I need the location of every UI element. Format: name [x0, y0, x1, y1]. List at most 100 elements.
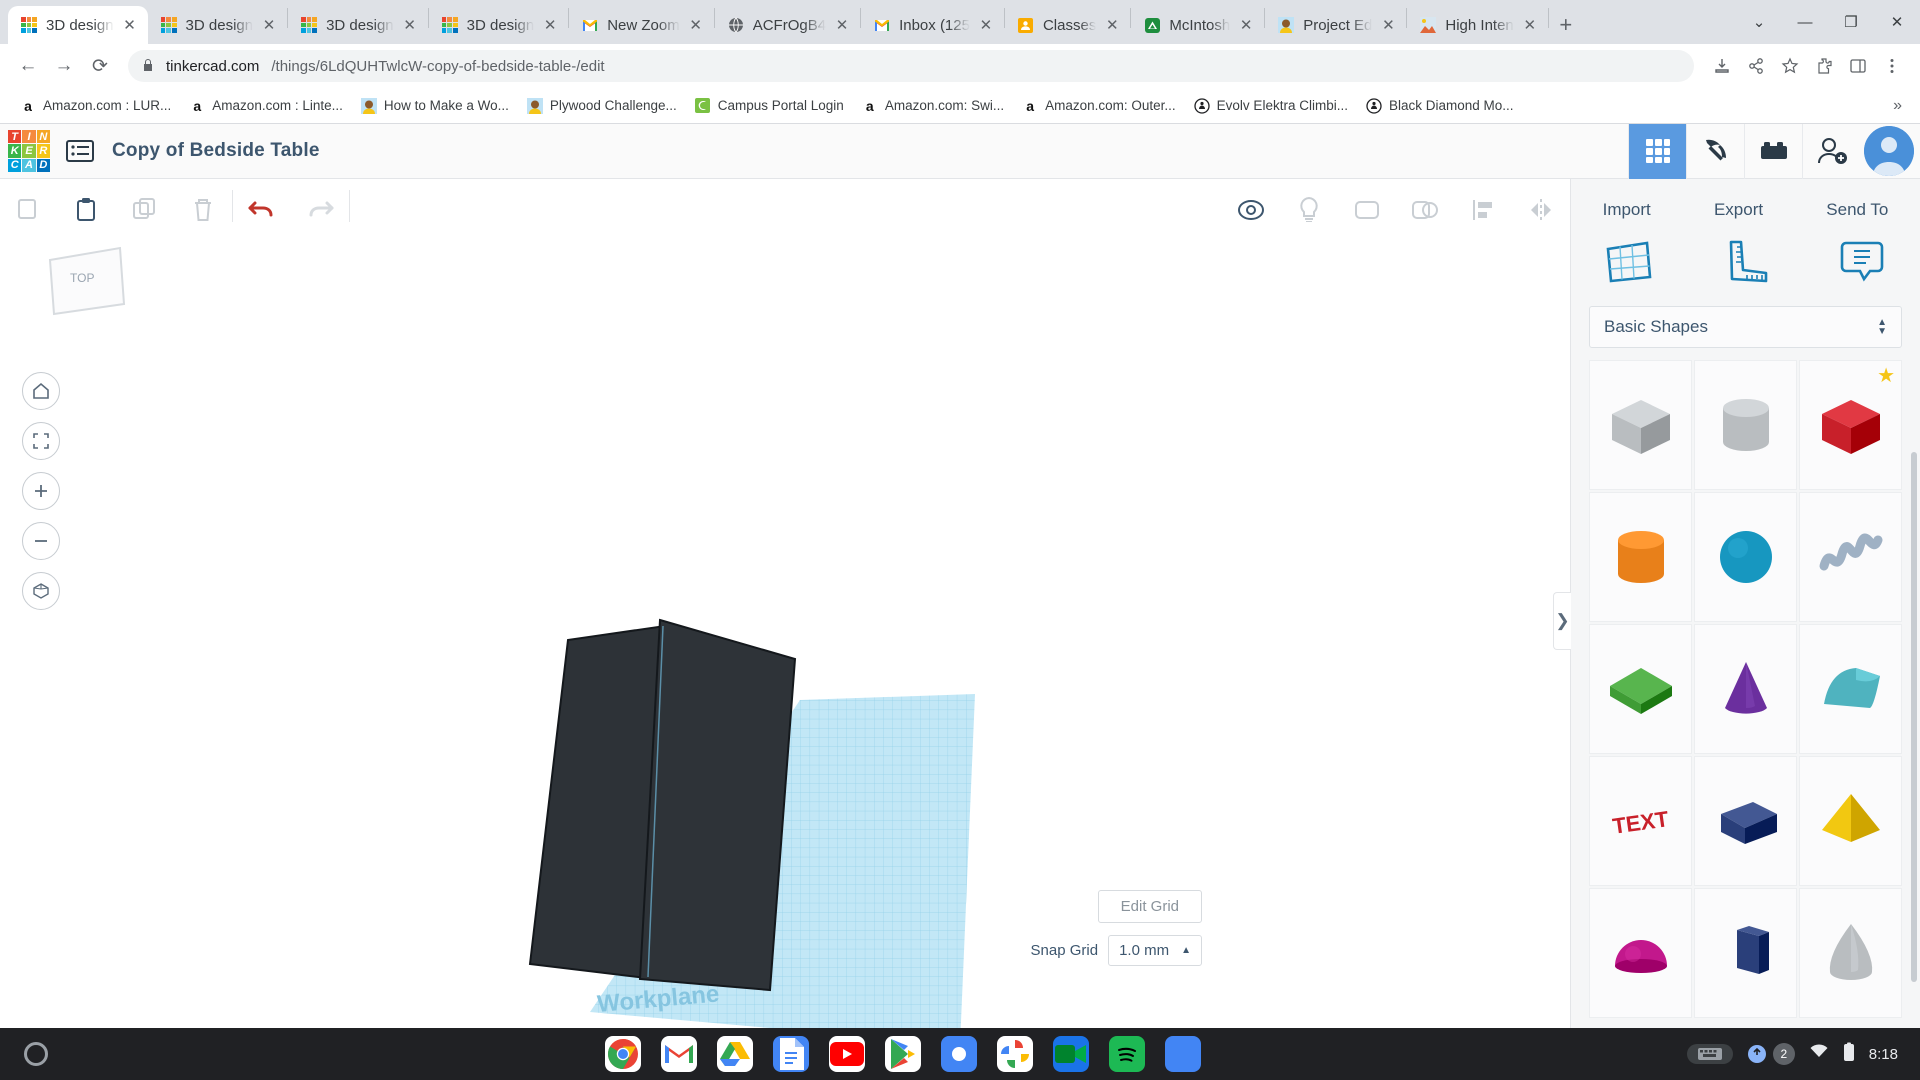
- share-icon[interactable]: [1740, 50, 1772, 82]
- box-shape[interactable]: [1589, 360, 1692, 490]
- teal-round-roof-shape[interactable]: [1799, 624, 1902, 754]
- tab-search-icon[interactable]: ⌄: [1736, 0, 1782, 44]
- star-icon[interactable]: ★: [1877, 363, 1895, 388]
- close-window-button[interactable]: ✕: [1874, 0, 1920, 44]
- bookmark-item[interactable]: Campus Portal Login: [687, 93, 852, 119]
- bookmark-item[interactable]: a Amazon.com: Swi...: [854, 93, 1012, 119]
- back-button[interactable]: ←: [12, 50, 44, 82]
- bookmark-item[interactable]: How to Make a Wo...: [353, 93, 517, 119]
- tab-close-icon[interactable]: ✕: [122, 16, 138, 34]
- address-bar[interactable]: tinkercad.com/things/6LdQUHTwlcW-copy-of…: [128, 50, 1694, 82]
- bookmark-item[interactable]: a Amazon.com : LUR...: [12, 93, 179, 119]
- taskbar-chrome-icon[interactable]: [605, 1036, 642, 1072]
- project-menu-icon[interactable]: [58, 124, 102, 179]
- browser-tab[interactable]: Project Ed ✕: [1265, 6, 1406, 44]
- 3d-canvas[interactable]: TOP Workplane Edit Grid Snap Grid 1.0 mm…: [0, 222, 1570, 1028]
- clock[interactable]: 8:18: [1869, 1046, 1898, 1063]
- taskbar-photos-icon[interactable]: [941, 1036, 978, 1072]
- tab-close-icon[interactable]: ✕: [1522, 16, 1538, 34]
- navy-prism-shape[interactable]: [1694, 888, 1797, 1018]
- export-button[interactable]: Export: [1704, 194, 1773, 226]
- edit-grid-button[interactable]: Edit Grid: [1097, 890, 1202, 923]
- tab-close-icon[interactable]: ✕: [978, 16, 994, 34]
- launcher-button[interactable]: [24, 1042, 48, 1066]
- blue-sphere-shape[interactable]: [1694, 492, 1797, 622]
- bookmark-item[interactable]: Black Diamond Mo...: [1358, 93, 1522, 119]
- browser-tab[interactable]: ACFrOgB4 ✕: [715, 6, 860, 44]
- tinkercad-logo-icon[interactable]: TINKERCAD: [0, 124, 58, 179]
- pickaxe-icon[interactable]: [1686, 123, 1744, 179]
- tab-close-icon[interactable]: ✕: [834, 16, 850, 34]
- taskbar-youtube-icon[interactable]: [829, 1036, 866, 1072]
- tab-close-icon[interactable]: ✕: [688, 16, 704, 34]
- panel-collapse-toggle[interactable]: ❯: [1553, 592, 1571, 650]
- taskbar-drive-icon[interactable]: [717, 1036, 754, 1072]
- ruler-icon[interactable]: [1713, 233, 1777, 289]
- keyboard-icon[interactable]: [1686, 1044, 1733, 1064]
- bookmarks-overflow-button[interactable]: »: [1887, 97, 1908, 115]
- minimize-button[interactable]: —: [1782, 0, 1828, 44]
- note-icon[interactable]: [1830, 233, 1894, 289]
- send-to-button[interactable]: Send To: [1816, 194, 1898, 226]
- magenta-halfsphere-shape[interactable]: [1589, 888, 1692, 1018]
- taskbar-spotify-icon[interactable]: [1109, 1036, 1146, 1072]
- red-box-shape[interactable]: ★: [1799, 360, 1902, 490]
- menu-icon[interactable]: [1876, 50, 1908, 82]
- bookmark-star-icon[interactable]: [1774, 50, 1806, 82]
- grid-view-icon[interactable]: [1628, 123, 1686, 179]
- bookmark-item[interactable]: Plywood Challenge...: [519, 93, 685, 119]
- maximize-button[interactable]: ❐: [1828, 0, 1874, 44]
- snap-grid-select[interactable]: 1.0 mm ▲: [1108, 935, 1202, 966]
- install-icon[interactable]: [1706, 50, 1738, 82]
- page-title[interactable]: Copy of Bedside Table: [112, 140, 320, 162]
- shape-category-select[interactable]: Basic Shapes ▲ ▼: [1589, 306, 1902, 348]
- brick-icon[interactable]: [1744, 123, 1802, 179]
- new-tab-button[interactable]: +: [1549, 8, 1583, 42]
- text-shape[interactable]: TEXT: [1589, 756, 1692, 886]
- avatar[interactable]: [1864, 126, 1914, 176]
- browser-tab[interactable]: New Zoom ✕: [569, 6, 714, 44]
- scribble-shape[interactable]: [1799, 492, 1902, 622]
- taskbar-gmail-icon[interactable]: [661, 1036, 698, 1072]
- battery-icon[interactable]: [1843, 1042, 1855, 1066]
- navy-polygon-shape[interactable]: [1694, 756, 1797, 886]
- wifi-icon[interactable]: [1809, 1044, 1829, 1064]
- update-icon[interactable]: 2: [1747, 1043, 1795, 1065]
- browser-tab[interactable]: High Inten ✕: [1407, 6, 1547, 44]
- taskbar-files-icon[interactable]: [1165, 1036, 1202, 1072]
- taskbar-meet-icon[interactable]: [1053, 1036, 1090, 1072]
- bookmark-item[interactable]: Evolv Elektra Climbi...: [1186, 93, 1356, 119]
- tab-close-icon[interactable]: ✕: [1238, 16, 1254, 34]
- add-person-icon[interactable]: [1802, 123, 1860, 179]
- sidepanel-icon[interactable]: [1842, 50, 1874, 82]
- forward-button[interactable]: →: [48, 50, 80, 82]
- tab-close-icon[interactable]: ✕: [261, 16, 277, 34]
- panel-scrollbar[interactable]: [1911, 452, 1917, 982]
- browser-tab[interactable]: McIntosh ✕: [1131, 6, 1264, 44]
- yellow-pyramid-shape[interactable]: [1799, 756, 1902, 886]
- tab-close-icon[interactable]: ✕: [542, 16, 558, 34]
- scene[interactable]: Workplane: [0, 222, 1570, 1028]
- taskbar-photos2-icon[interactable]: [997, 1036, 1034, 1072]
- orange-cylinder-shape[interactable]: [1589, 492, 1692, 622]
- bookmark-item[interactable]: a Amazon.com: Outer...: [1014, 93, 1184, 119]
- import-button[interactable]: Import: [1593, 194, 1661, 226]
- cylinder-shape[interactable]: [1694, 360, 1797, 490]
- browser-tab[interactable]: Classes ✕: [1005, 6, 1130, 44]
- browser-tab[interactable]: Inbox (125 ✕: [861, 6, 1004, 44]
- browser-tab[interactable]: 3D design ✕: [148, 6, 288, 44]
- browser-tab[interactable]: 3D design ✕: [288, 6, 428, 44]
- workplane-icon[interactable]: [1597, 233, 1661, 289]
- green-roof-shape[interactable]: [1589, 624, 1692, 754]
- reload-button[interactable]: ⟳: [84, 50, 116, 82]
- taskbar-docs-icon[interactable]: [773, 1036, 810, 1072]
- purple-cone-shape[interactable]: [1694, 624, 1797, 754]
- tab-close-icon[interactable]: ✕: [402, 16, 418, 34]
- browser-tab[interactable]: 3D design ✕: [8, 6, 148, 44]
- tab-close-icon[interactable]: ✕: [1380, 16, 1396, 34]
- extensions-icon[interactable]: [1808, 50, 1840, 82]
- grey-paraboloid-shape[interactable]: [1799, 888, 1902, 1018]
- taskbar-play-store-icon[interactable]: [885, 1036, 922, 1072]
- browser-tab[interactable]: 3D design ✕: [429, 6, 569, 44]
- bookmark-item[interactable]: a Amazon.com : Linte...: [181, 93, 351, 119]
